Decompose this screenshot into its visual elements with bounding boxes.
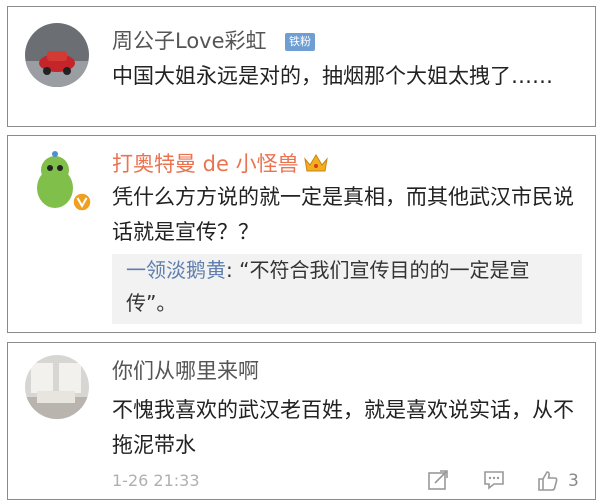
timestamp: 1-26 21:33: [112, 471, 200, 490]
comment-text: 凭什么方方说的就一定是真相，而其他武汉市民说话就是宣传？？: [112, 185, 574, 244]
username[interactable]: 打奥特曼 de 小怪兽: [112, 152, 299, 176]
fan-badge: 铁粉: [285, 33, 315, 51]
reply-quote[interactable]: 一领淡鹅黄: “不符合我们宣传目的的一定是宣传”。: [112, 254, 582, 324]
comment-text: 不愧我喜欢的武汉老百姓，就是喜欢说实话，从不拖泥带水: [112, 398, 574, 457]
avatar[interactable]: [25, 355, 89, 419]
username[interactable]: 周公子Love彩虹: [112, 29, 267, 53]
comment-card-3: 你们从哪里来啊 不愧我喜欢的武汉老百姓，就是喜欢说实话，从不拖泥带水 1-26 …: [7, 342, 596, 500]
comment-icon[interactable]: [483, 469, 505, 491]
share-icon[interactable]: [427, 469, 449, 491]
comment-text: 中国大姐永远是对的，抽烟那个大姐太拽了……: [112, 64, 553, 88]
reply-author[interactable]: 一领淡鹅黄: [126, 258, 226, 282]
avatar[interactable]: [25, 23, 89, 87]
like-icon[interactable]: [536, 469, 560, 493]
comment-card-2: 打奥特曼 de 小怪兽 凭什么方方说的就一定是真相，而其他武汉市民说话就是宣传？…: [7, 135, 596, 333]
username[interactable]: 你们从哪里来啊: [112, 359, 259, 383]
crown-icon: [304, 154, 328, 172]
like-count: 3: [568, 471, 579, 491]
verified-v-icon: [72, 192, 92, 212]
comment-card-1: 周公子Love彩虹 铁粉 中国大姐永远是对的，抽烟那个大姐太拽了……: [7, 6, 596, 127]
